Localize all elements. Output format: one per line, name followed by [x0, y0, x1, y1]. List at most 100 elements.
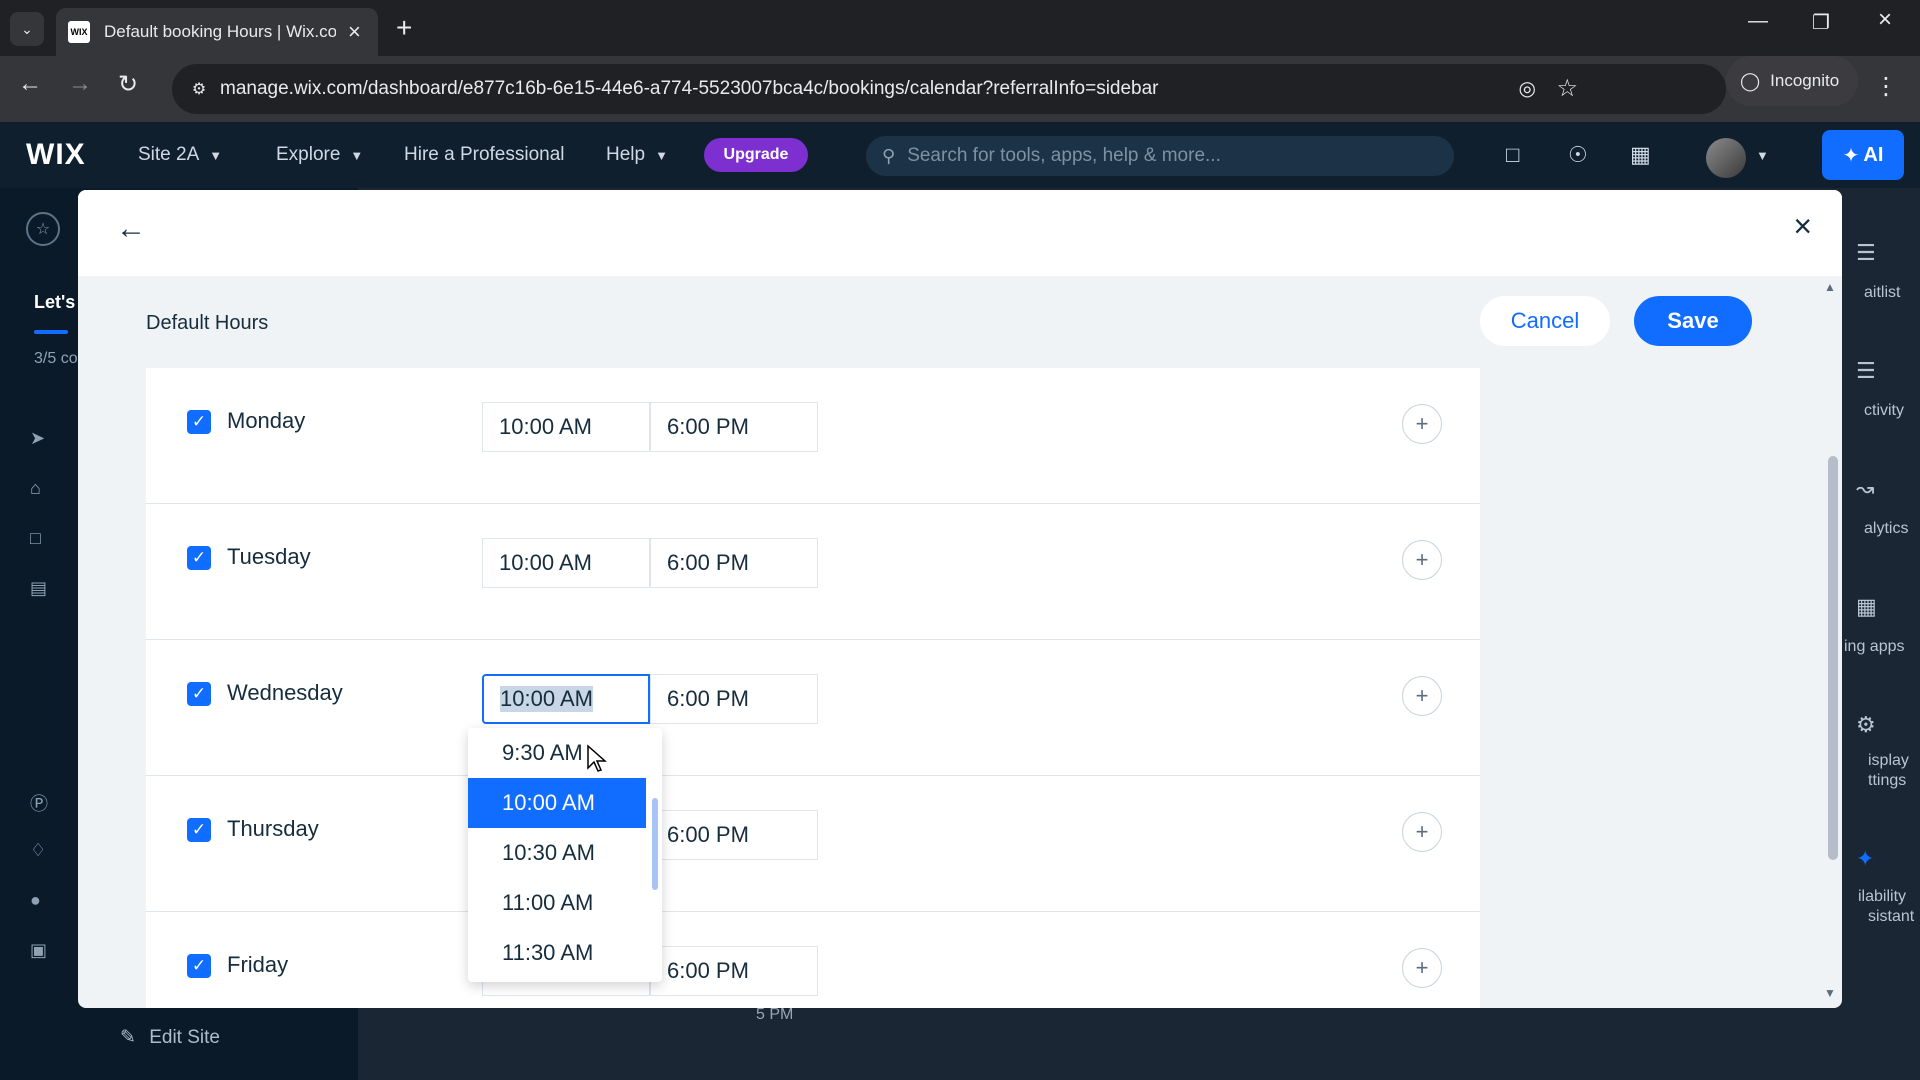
browser-toolbar: ← → ↻ ⚙ manage.wix.com/dashboard/e877c16… [0, 56, 1920, 122]
day-row-tuesday: ✓ Tuesday 10:00 AM 6:00 PM + [146, 504, 1480, 640]
end-time-field[interactable]: 6:00 PM [650, 402, 818, 452]
section-title: Default Hours [146, 312, 269, 334]
start-time-value: 10:00 AM [500, 686, 593, 712]
add-time-slot-icon[interactable]: + [1402, 540, 1442, 580]
day-row-wednesday: ✓ Wednesday 10:00 AM 6:00 PM + [146, 640, 1480, 776]
activity-label: ctivity [1864, 402, 1904, 419]
bookmark-star-icon[interactable]: ☆ [1556, 74, 1578, 103]
incognito-badge[interactable]: ◯ Incognito [1726, 56, 1858, 106]
modal-header: ← × [78, 190, 1842, 276]
section-header: Default Hours Cancel Save [78, 276, 1818, 368]
wix-search-bar[interactable]: ⚲ [866, 136, 1454, 176]
dollar-icon[interactable]: Ⓟ [30, 790, 48, 816]
notifications-bell-icon[interactable]: ☉ [1568, 142, 1588, 168]
wix-favicon-icon: WIX [68, 21, 90, 43]
eye-off-icon[interactable]: ◎ [1519, 76, 1536, 101]
window-close-icon[interactable]: × [1878, 6, 1892, 34]
search-input[interactable] [907, 145, 1428, 167]
image-icon[interactable]: ▣ [30, 940, 47, 961]
chat-icon[interactable]: □ [1506, 142, 1519, 168]
tab-title: Default booking Hours | Wix.co [104, 22, 336, 41]
wix-top-bar: WIX Site 2A ▼ Explore ▼ Hire a Professiona… [0, 122, 1920, 188]
checkbox-wednesday[interactable]: ✓ [187, 682, 211, 706]
assistant-label: sistant [1868, 908, 1915, 925]
chevron-down-icon[interactable]: ▼ [1756, 148, 1769, 163]
checkbox-tuesday[interactable]: ✓ [187, 546, 211, 570]
day-label: Tuesday [227, 544, 311, 569]
explore-menu[interactable]: Explore ▼ [276, 144, 363, 166]
save-button[interactable]: Save [1634, 296, 1752, 346]
address-bar[interactable]: ⚙ manage.wix.com/dashboard/e877c16b-6e15… [172, 64, 1726, 114]
forward-arrow-icon[interactable]: → [68, 70, 92, 98]
sparkle-icon: ✦ [1842, 144, 1860, 167]
tab-search-chevron-icon[interactable]: ⌄ [10, 12, 44, 46]
url-text[interactable]: manage.wix.com/dashboard/e877c16b-6e15-4… [220, 78, 1159, 100]
home-icon[interactable]: ⌂ [30, 478, 41, 499]
ai-assistant-button[interactable]: ✦ AI [1822, 130, 1904, 180]
dropdown-scrollbar[interactable] [652, 798, 658, 890]
restore-icon[interactable]: ❐ [1812, 10, 1830, 35]
add-time-slot-icon[interactable]: + [1402, 404, 1442, 444]
back-arrow-icon[interactable]: ← [18, 70, 42, 98]
help-menu[interactable]: Help ▼ [606, 144, 668, 166]
browser-tab-active[interactable]: WIX Default booking Hours | Wix.co × [56, 8, 378, 56]
time-option[interactable]: 10:30 AM [468, 828, 646, 878]
browser-tab-bar: ⌄ WIX Default booking Hours | Wix.co × +… [0, 0, 1920, 56]
scroll-down-arrow-icon[interactable]: ▼ [1824, 986, 1836, 1000]
close-icon[interactable]: × [1793, 208, 1812, 245]
end-time-field[interactable]: 6:00 PM [650, 674, 818, 724]
calendar-time-label: 5 PM [756, 1006, 794, 1023]
start-time-field[interactable]: 10:00 AM [482, 402, 650, 452]
back-arrow-icon[interactable]: ← [116, 212, 146, 246]
inbox-icon[interactable]: ▦ [1630, 142, 1651, 168]
new-tab-plus-icon[interactable]: + [396, 12, 412, 44]
document-icon[interactable]: □ [30, 528, 41, 549]
checkbox-monday[interactable]: ✓ [187, 410, 211, 434]
setup-progress [34, 330, 68, 334]
day-row-monday: ✓ Monday 10:00 AM 6:00 PM + [146, 368, 1480, 504]
avatar[interactable] [1706, 138, 1746, 178]
modal-scrollbar[interactable] [1828, 456, 1838, 860]
minimize-icon[interactable]: — [1748, 10, 1768, 33]
rocket-icon[interactable]: ➤ [30, 428, 45, 449]
checkbox-friday[interactable]: ✓ [187, 954, 211, 978]
browser-menu-icon[interactable]: ⋮ [1874, 72, 1898, 101]
analytics-label: alytics [1864, 520, 1909, 537]
incognito-label: Incognito [1770, 71, 1840, 90]
chevron-down-icon: ▼ [655, 147, 668, 163]
calendar-icon[interactable]: ▤ [30, 578, 47, 599]
add-time-slot-icon[interactable]: + [1402, 948, 1442, 988]
time-option[interactable]: 9:30 AM [468, 728, 646, 778]
end-time-field[interactable]: 6:00 PM [650, 538, 818, 588]
chevron-down-icon: ▼ [350, 147, 364, 163]
day-label: Thursday [227, 816, 319, 841]
chevron-down-icon: ▼ [209, 147, 223, 163]
time-option[interactable]: 11:00 AM [468, 878, 646, 928]
site-info-icon[interactable]: ⚙ [186, 76, 212, 102]
mouse-cursor-icon [587, 744, 607, 772]
add-time-slot-icon[interactable]: + [1402, 812, 1442, 852]
upgrade-button[interactable]: Upgrade [704, 138, 808, 172]
cancel-button[interactable]: Cancel [1480, 296, 1610, 346]
end-time-field[interactable]: 6:00 PM [650, 810, 818, 860]
star-icon[interactable]: ☆ [26, 212, 60, 246]
time-option-selected[interactable]: 10:00 AM [468, 778, 646, 828]
hire-professional-link[interactable]: Hire a Professional [404, 144, 565, 166]
tab-close-icon[interactable]: × [348, 19, 361, 45]
scroll-up-arrow-icon[interactable]: ▲ [1824, 280, 1836, 294]
checkbox-thursday[interactable]: ✓ [187, 818, 211, 842]
tag-icon[interactable]: ♢ [30, 840, 46, 861]
start-time-field-focused[interactable]: 10:00 AM [482, 674, 650, 724]
site-selector[interactable]: Site 2A ▼ [138, 144, 222, 166]
wix-logo[interactable]: WIX [26, 138, 86, 172]
search-icon: ⚲ [882, 145, 896, 166]
apps-icon: ▦ [1856, 594, 1877, 619]
time-option[interactable]: 11:30 AM [468, 928, 646, 978]
end-time-field[interactable]: 6:00 PM [650, 946, 818, 996]
edit-site-link[interactable]: ✎ Edit Site [120, 1026, 220, 1049]
add-time-slot-icon[interactable]: + [1402, 676, 1442, 716]
explore-label: Explore [276, 144, 341, 165]
start-time-field[interactable]: 10:00 AM [482, 538, 650, 588]
reload-icon[interactable]: ↻ [118, 70, 138, 99]
drop-icon[interactable]: ● [30, 890, 41, 911]
